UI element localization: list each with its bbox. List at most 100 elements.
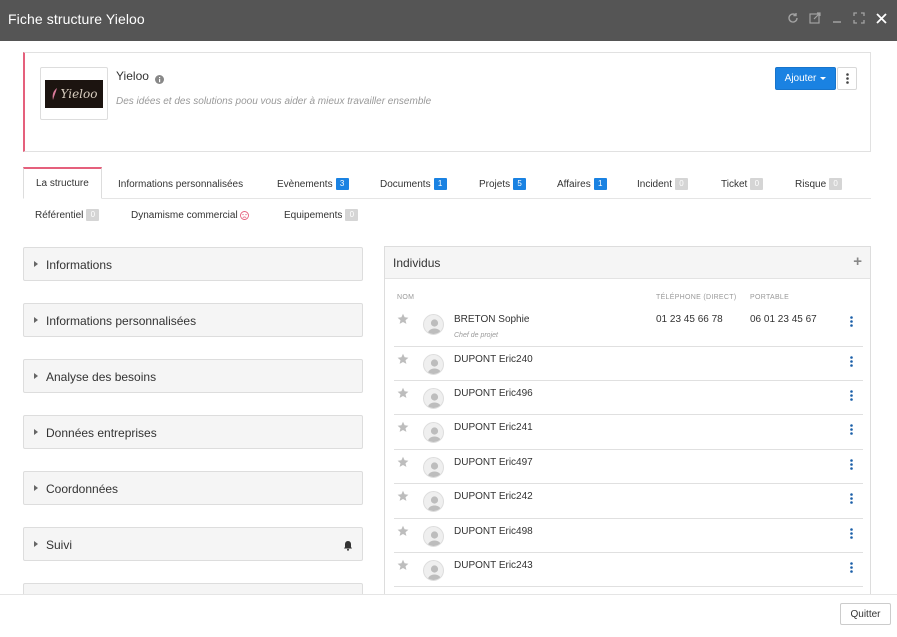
table-row[interactable]: DUPONT Eric496: [394, 381, 863, 415]
individu-phone: 01 23 45 66 78: [656, 314, 723, 325]
tab-documents[interactable]: Documents 1: [380, 168, 447, 200]
tab-count-badge: 1: [433, 178, 447, 190]
add-button-label: Ajouter: [784, 73, 817, 84]
tab-evenements[interactable]: Evènements 3: [277, 168, 349, 200]
avatar: [423, 491, 444, 512]
avatar: [423, 526, 444, 547]
row-menu-kebab-icon[interactable]: [850, 560, 856, 573]
tab-label: Equipements: [284, 209, 343, 221]
star-icon[interactable]: [397, 386, 409, 404]
panel-label: Données entreprises: [46, 426, 157, 440]
caret-right-icon: [34, 373, 38, 379]
table-row[interactable]: BRETON Sophie Chef de projet 01 23 45 66 7…: [394, 307, 863, 347]
panel-informations[interactable]: Informations: [23, 247, 363, 281]
avatar: [423, 314, 444, 335]
avatar: [423, 560, 444, 581]
window-titlebar: Fiche structure Yieloo: [0, 0, 897, 41]
individu-name[interactable]: DUPONT Eric498: [454, 526, 533, 537]
row-menu-kebab-icon[interactable]: [850, 314, 856, 327]
individus-header: Individus +: [385, 247, 870, 279]
tab-label: Risque: [795, 178, 827, 190]
maximize-icon[interactable]: [851, 10, 867, 26]
refresh-icon[interactable]: [785, 10, 801, 26]
table-row[interactable]: DUPONT Eric243: [394, 553, 863, 587]
table-row[interactable]: DUPONT Eric240: [394, 347, 863, 381]
star-icon[interactable]: [397, 455, 409, 473]
tab-la-structure[interactable]: La structure: [23, 167, 102, 199]
logo-image: Yieloo: [45, 79, 103, 108]
star-icon[interactable]: [397, 420, 409, 438]
tab-label: Projets: [479, 178, 511, 190]
individu-name[interactable]: DUPONT Eric240: [454, 354, 533, 365]
kebab-icon: [845, 73, 849, 84]
tab-ticket[interactable]: Ticket 0: [721, 168, 764, 200]
row-menu-kebab-icon[interactable]: [850, 457, 856, 470]
tab-informations-personnalisees[interactable]: Informations personnalisées: [118, 168, 243, 200]
individu-role: Chef de projet: [454, 332, 498, 339]
individu-name[interactable]: DUPONT Eric496: [454, 388, 533, 399]
feather-icon: [52, 87, 57, 100]
company-slogan: Des idées et des solutions poou vous aid…: [116, 96, 432, 107]
individu-name[interactable]: BRETON Sophie: [454, 314, 529, 325]
row-menu-kebab-icon[interactable]: [850, 526, 856, 539]
tab-label: Ticket: [721, 178, 748, 190]
panel-label: Suivi: [46, 538, 73, 552]
tab-equipements[interactable]: Equipements 0: [284, 199, 359, 231]
row-menu-kebab-icon[interactable]: [850, 422, 856, 435]
info-icon[interactable]: [155, 71, 164, 89]
panel-label: Informations: [46, 258, 113, 272]
more-options-button[interactable]: [837, 67, 857, 90]
sad-face-icon: [239, 210, 249, 220]
star-icon[interactable]: [397, 558, 409, 576]
panel-suivi[interactable]: Suivi: [23, 527, 363, 561]
table-row[interactable]: DUPONT Eric497: [394, 450, 863, 484]
close-icon[interactable]: [873, 10, 889, 26]
individu-name[interactable]: DUPONT Eric241: [454, 422, 533, 433]
tab-projets[interactable]: Projets 5: [479, 168, 527, 200]
minimize-icon[interactable]: [829, 10, 845, 26]
tab-dynamisme-commercial[interactable]: Dynamisme commercial: [131, 199, 249, 231]
star-icon[interactable]: [397, 352, 409, 370]
individus-panel: Individus + NOM TÉLÉPHONE (DIRECT) PORTA…: [384, 246, 871, 596]
dialog-footer: Quitter: [0, 594, 897, 637]
logo-text: Yieloo: [60, 86, 98, 101]
caret-right-icon: [34, 429, 38, 435]
tab-count-badge: 1: [593, 178, 607, 190]
quit-button-label: Quitter: [850, 608, 881, 620]
tab-label: Affaires: [557, 178, 591, 190]
individu-name[interactable]: DUPONT Eric243: [454, 560, 533, 571]
tab-label: La structure: [36, 178, 89, 189]
row-menu-kebab-icon[interactable]: [850, 388, 856, 401]
tab-label: Référentiel: [35, 209, 84, 221]
quit-button[interactable]: Quitter: [840, 603, 891, 625]
panel-informations-personnalisees[interactable]: Informations personnalisées: [23, 303, 363, 337]
company-card: Yieloo Yieloo Des idées et des solutions…: [23, 52, 871, 152]
tab-referentiel[interactable]: Référentiel 0: [35, 199, 100, 231]
individu-name[interactable]: DUPONT Eric497: [454, 457, 533, 468]
bell-icon: [343, 538, 353, 556]
column-header-name: NOM: [397, 294, 415, 301]
tab-affaires[interactable]: Affaires 1: [557, 168, 607, 200]
column-header-phone: TÉLÉPHONE (DIRECT): [656, 294, 737, 301]
star-icon[interactable]: [397, 524, 409, 542]
star-icon[interactable]: [397, 489, 409, 507]
add-button[interactable]: Ajouter: [775, 67, 836, 90]
row-menu-kebab-icon[interactable]: [850, 354, 856, 367]
panel-donnees-entreprises[interactable]: Données entreprises: [23, 415, 363, 449]
table-row[interactable]: DUPONT Eric242: [394, 484, 863, 519]
external-link-icon[interactable]: [807, 10, 823, 26]
table-row[interactable]: DUPONT Eric241: [394, 415, 863, 450]
tab-incident[interactable]: Incident 0: [637, 168, 689, 200]
add-individu-plus-icon[interactable]: +: [853, 253, 862, 270]
panel-coordonnees[interactable]: Coordonnées: [23, 471, 363, 505]
individu-name[interactable]: DUPONT Eric242: [454, 491, 533, 502]
table-row[interactable]: DUPONT Eric498: [394, 519, 863, 553]
tab-count-badge: 0: [345, 209, 359, 221]
row-menu-kebab-icon[interactable]: [850, 491, 856, 504]
individus-title: Individus: [393, 256, 441, 270]
star-icon[interactable]: [397, 312, 409, 330]
tab-risque[interactable]: Risque 0: [795, 168, 843, 200]
caret-right-icon: [34, 261, 38, 267]
panel-analyse-des-besoins[interactable]: Analyse des besoins: [23, 359, 363, 393]
avatar: [423, 388, 444, 409]
